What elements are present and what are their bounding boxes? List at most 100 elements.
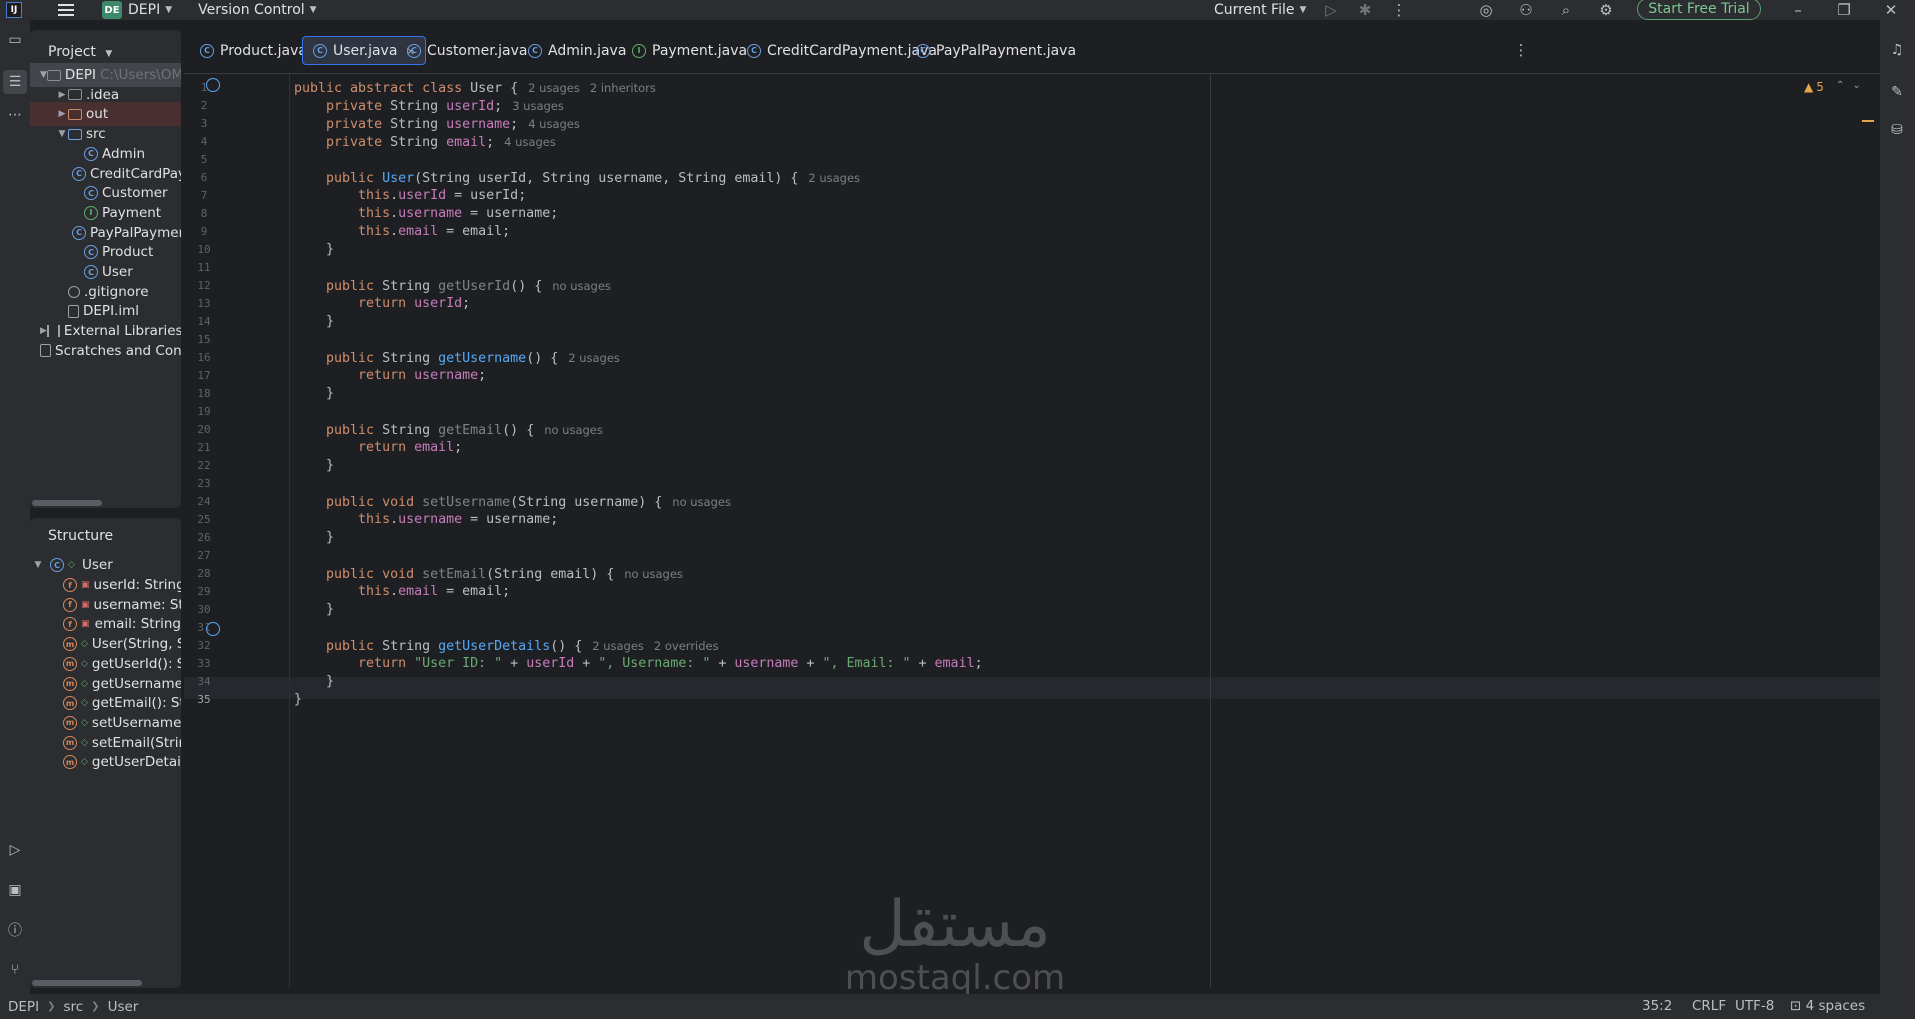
code-token: username xyxy=(734,656,799,671)
debug-icon[interactable]: ✱ xyxy=(1354,0,1376,20)
usage-hint[interactable]: 2 usages xyxy=(808,171,860,185)
run-configuration-selector[interactable]: Current File ▼ xyxy=(1214,0,1306,20)
usage-hint[interactable]: 2 usages xyxy=(568,351,620,365)
git-icon[interactable]: ⑂ xyxy=(3,958,27,982)
usage-hint[interactable]: 2 usages xyxy=(528,81,580,95)
breadcrumb-item[interactable]: DEPI xyxy=(8,999,39,1015)
settings-gear-icon[interactable]: ⚙ xyxy=(1595,0,1617,20)
code-editor[interactable]: 1 public abstract class User {2 usages 2 i… xyxy=(184,74,1880,988)
terminal-icon[interactable]: ▣ xyxy=(3,878,27,902)
tab-overflow-menu-icon[interactable]: ⋮ xyxy=(1510,40,1532,60)
warning-scroll-mark[interactable] xyxy=(1862,120,1874,122)
code-token: + xyxy=(798,656,823,671)
notifications-bell-icon[interactable]: ♫ xyxy=(1885,38,1909,62)
minimize-icon[interactable]: – xyxy=(1787,0,1809,20)
usage-hint[interactable]: no usages xyxy=(544,423,603,437)
line-number: 11 xyxy=(197,261,211,274)
run-icon[interactable]: ▷ xyxy=(1320,0,1342,20)
project-switcher[interactable]: DEPI ▼ xyxy=(128,0,172,20)
code-line: } xyxy=(294,455,334,477)
usage-hint[interactable]: no usages xyxy=(552,279,611,293)
ai-assistant-icon[interactable]: ◎ xyxy=(1475,0,1497,20)
public-access-icon: ◇ xyxy=(81,757,88,768)
maximize-icon[interactable]: ❐ xyxy=(1833,0,1855,20)
title-bar: IJ DE DEPI ▼ Version Control ▼ Current F… xyxy=(0,0,1915,20)
file-encoding[interactable]: UTF-8 xyxy=(1735,998,1774,1014)
chevron-right-icon[interactable]: ▶ xyxy=(56,90,68,100)
line-number: 31 xyxy=(197,621,211,634)
structure-tool-icon[interactable]: ☰ xyxy=(3,70,27,94)
editor-tab[interactable]: C Customer.java xyxy=(397,36,538,65)
line-number: 32 xyxy=(197,639,211,652)
code-token: getEmail xyxy=(438,423,503,438)
structure-member[interactable]: m ◇getUserDetails(): xyxy=(30,750,181,774)
horizontal-scrollbar[interactable] xyxy=(32,980,142,986)
inspection-warnings[interactable]: ▲ 5 xyxy=(1804,80,1824,94)
add-user-icon[interactable]: ⚇ xyxy=(1515,0,1537,20)
run-config-label: Current File xyxy=(1214,2,1295,18)
code-token: userId xyxy=(446,99,495,114)
search-icon[interactable]: ⌕ xyxy=(1555,0,1577,20)
chevron-right-icon[interactable]: ▶ xyxy=(40,326,47,336)
editor-tab[interactable]: C Product.java xyxy=(190,36,317,65)
structure-member-label: User(String, Strin xyxy=(91,636,181,653)
code-token: getUsername xyxy=(438,351,527,366)
usage-hint[interactable]: 4 usages xyxy=(504,135,556,149)
usage-hint[interactable]: no usages xyxy=(672,495,731,509)
field-icon: f xyxy=(63,597,77,612)
line-number: 21 xyxy=(197,441,211,454)
code-token: private xyxy=(326,135,391,150)
version-control-menu[interactable]: Version Control ▼ xyxy=(198,0,316,20)
line-number: 9 xyxy=(200,225,208,238)
chevron-down-icon[interactable]: ▼ xyxy=(56,129,68,139)
more-tools-icon[interactable]: ⋯ xyxy=(3,103,27,127)
close-window-icon[interactable]: ✕ xyxy=(1880,0,1902,20)
database-icon[interactable]: ⛁ xyxy=(1885,118,1909,142)
caret-position[interactable]: 35:2 xyxy=(1642,998,1672,1014)
chevron-right-icon[interactable]: ▶ xyxy=(56,109,68,119)
code-token: ", Username: " xyxy=(598,656,711,671)
line-separator[interactable]: CRLF xyxy=(1692,998,1726,1014)
usage-hint[interactable]: 2 usages xyxy=(592,639,644,653)
more-actions-icon[interactable]: ⋮ xyxy=(1388,0,1410,20)
usage-hint[interactable]: 2 overrides xyxy=(654,639,719,653)
code-token: () { xyxy=(526,351,559,366)
usage-hint[interactable]: 4 usages xyxy=(528,117,580,131)
project-panel-title[interactable]: Project ▼ xyxy=(48,44,112,60)
breadcrumb-item[interactable]: src xyxy=(63,999,83,1015)
problems-icon[interactable]: ⓘ xyxy=(3,918,27,942)
chevron-down-icon: ▼ xyxy=(309,5,317,15)
indent-settings[interactable]: ⊡ 4 spaces xyxy=(1790,998,1865,1014)
usage-hint[interactable]: 2 inheritors xyxy=(590,81,656,95)
project-badge[interactable]: DE xyxy=(102,1,122,19)
usage-hint[interactable]: no usages xyxy=(624,567,683,581)
interface-icon: I xyxy=(632,43,646,58)
chevron-right-icon: ❯ xyxy=(47,1001,56,1012)
code-token: = email; xyxy=(438,224,511,239)
editor-tab[interactable]: C Admin.java xyxy=(518,36,636,65)
tree-item[interactable]: Scratches and Conso xyxy=(30,339,181,363)
highlight-nav-arrows[interactable]: ⌃⌄ xyxy=(1836,80,1869,91)
public-access-icon: ◇ xyxy=(81,717,88,728)
app-logo-icon[interactable]: IJ xyxy=(6,2,22,18)
chevron-down-icon[interactable]: ▼ xyxy=(40,70,47,80)
tree-item-label: .idea xyxy=(86,86,120,103)
breadcrumb: DEPI ❯ src ❯ User xyxy=(8,999,138,1015)
class-icon: C xyxy=(200,43,214,58)
start-free-trial-button[interactable]: Start Free Trial xyxy=(1637,0,1761,20)
code-token: + xyxy=(502,656,527,671)
services-icon[interactable]: ▷ xyxy=(3,838,27,862)
horizontal-scrollbar[interactable] xyxy=(32,500,102,506)
tree-item-label: PayPalPayment xyxy=(90,224,181,241)
structure-member-label: setUsername(Stri xyxy=(91,714,181,731)
editor-tab[interactable]: C PayPalPayment.java xyxy=(906,36,1086,65)
method-icon: m xyxy=(63,656,77,671)
main-menu-icon[interactable] xyxy=(58,4,74,16)
project-tool-icon[interactable]: ▭ xyxy=(3,28,27,52)
usage-hint[interactable]: 3 usages xyxy=(512,99,564,113)
version-control-label: Version Control xyxy=(198,2,305,18)
ai-chat-icon[interactable]: ✎ xyxy=(1885,80,1909,104)
breadcrumb-item[interactable]: User xyxy=(108,999,139,1015)
